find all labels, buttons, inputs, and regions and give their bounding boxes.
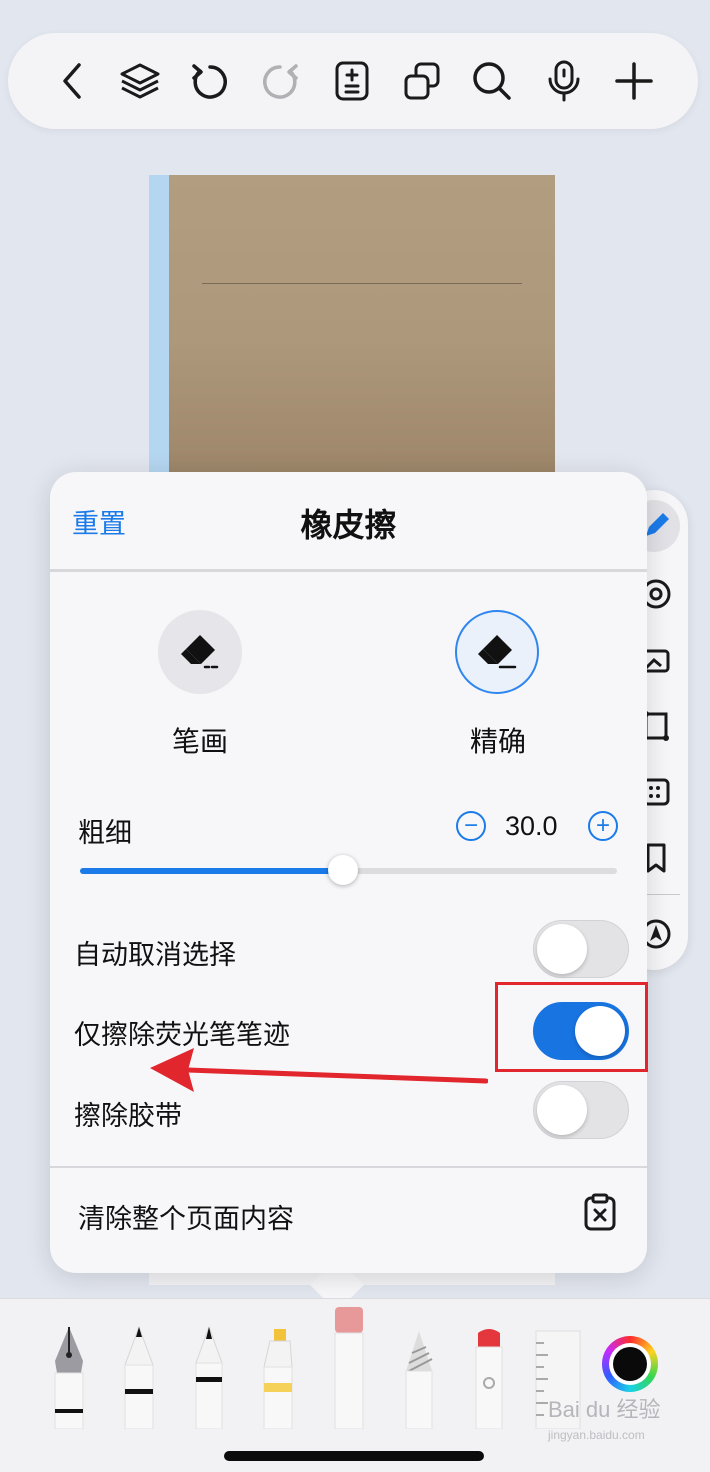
thickness-slider-thumb[interactable] (328, 855, 359, 885)
tool-tray (0, 1298, 710, 1472)
header-divider (50, 569, 647, 572)
auto-deselect-toggle[interactable] (533, 920, 629, 978)
precise-eraser-button[interactable] (455, 610, 539, 694)
thickness-value: 30.0 (505, 811, 558, 841)
stroke-mode-label: 笔画 (171, 726, 228, 757)
plus-icon (615, 62, 653, 100)
thickness-label: 粗细 (78, 818, 132, 848)
watermark-url: jingyan.baidu.com (548, 1428, 645, 1442)
highlighter-icon[interactable] (262, 1327, 294, 1429)
chevron-left-icon (63, 63, 81, 99)
toggle-knob (537, 1085, 587, 1135)
precise-mode-label: 精确 (469, 726, 526, 757)
layers-icon (120, 63, 160, 99)
search-button[interactable] (466, 55, 518, 107)
page-image (169, 175, 555, 475)
annotation-highlight-box (495, 982, 648, 1072)
add-button[interactable] (608, 55, 660, 107)
undo-button[interactable] (184, 55, 236, 107)
ballpoint-pen-icon[interactable] (122, 1325, 156, 1429)
popover-title: 橡皮擦 (300, 507, 397, 543)
eraser-popover: 重置 橡皮擦 笔画 精确 粗细 − 30.0 + 自动取消选择 仅擦除荧光笔笔迹… (50, 472, 647, 1273)
page-margin-strip (149, 175, 169, 475)
popover-header: 重置 橡皮擦 (50, 472, 647, 570)
marker-icon[interactable] (404, 1329, 434, 1429)
back-button[interactable] (48, 55, 100, 107)
home-indicator[interactable] (224, 1451, 484, 1461)
clipboard-x-icon (584, 1193, 616, 1231)
auto-deselect-label: 自动取消选择 (74, 940, 236, 970)
color-picker-button[interactable] (602, 1336, 658, 1392)
duplicate-button[interactable] (396, 55, 448, 107)
undo-icon (192, 64, 227, 99)
toggle-knob (537, 924, 587, 974)
page-add-button[interactable] (326, 55, 378, 107)
top-toolbar (8, 33, 698, 129)
search-icon (473, 62, 511, 100)
page-plus-minus-icon (335, 61, 369, 101)
microphone-icon (548, 60, 580, 102)
redo-icon (263, 64, 298, 99)
stroke-eraser-button[interactable] (158, 610, 242, 694)
eraser-tool-icon[interactable] (334, 1305, 364, 1429)
layers-button[interactable] (114, 55, 166, 107)
erase-tape-toggle[interactable] (533, 1081, 629, 1139)
watermark-logo: Bai du 经验 (548, 1397, 661, 1422)
thickness-slider-fill (80, 868, 344, 874)
clear-page-row[interactable]: 清除整个页面内容 (50, 1168, 647, 1260)
stroke-eraser-icon (181, 635, 219, 669)
duplicate-icon (404, 62, 440, 100)
microphone-button[interactable] (538, 55, 590, 107)
redo-button[interactable] (254, 55, 306, 107)
annotation-arrow-icon (150, 1048, 488, 1092)
thickness-decrease-button[interactable]: − (456, 811, 486, 841)
pencil-tool-icon[interactable] (194, 1325, 224, 1429)
precise-eraser-icon (478, 635, 517, 669)
current-color-swatch (613, 1347, 647, 1381)
tape-tool-icon[interactable] (474, 1327, 504, 1429)
clear-page-label: 清除整个页面内容 (78, 1204, 294, 1234)
thickness-increase-button[interactable]: + (588, 811, 618, 841)
fountain-pen-icon[interactable] (46, 1325, 92, 1429)
